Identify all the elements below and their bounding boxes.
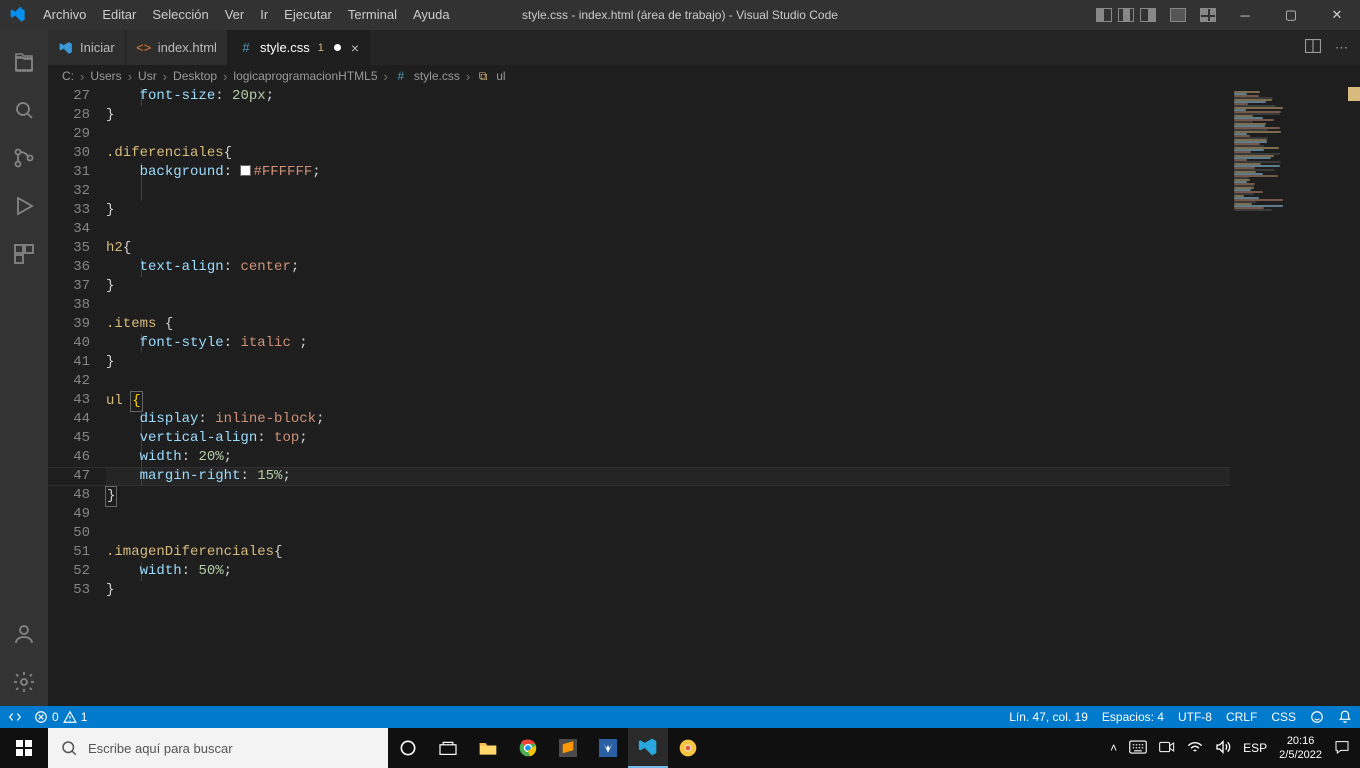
explorer-icon[interactable]	[0, 38, 48, 86]
code-editor[interactable]: 2728293031323334353637383940414243444546…	[48, 87, 1360, 706]
vertical-scrollbar[interactable]	[1348, 87, 1360, 706]
menu-terminal[interactable]: Terminal	[340, 0, 405, 30]
layout-grid-icon[interactable]	[1200, 8, 1216, 22]
tab-iniciar[interactable]: Iniciar	[48, 30, 126, 65]
overview-warning-marker	[1348, 87, 1360, 101]
notifications-icon[interactable]	[1338, 710, 1352, 724]
bc-seg[interactable]: logicaprogramacionHTML5	[233, 69, 377, 83]
panel-right-icon[interactable]	[1140, 8, 1156, 22]
layout-toggles	[1090, 8, 1222, 22]
cortana-icon[interactable]	[388, 728, 428, 768]
volume-icon[interactable]	[1215, 740, 1231, 757]
bc-seg[interactable]: Desktop	[173, 69, 217, 83]
split-editor-icon[interactable]	[1305, 39, 1321, 56]
tab-problem-count: 1	[318, 42, 324, 54]
menu-ir[interactable]: Ir	[252, 0, 276, 30]
bc-seg[interactable]: Usr	[138, 69, 157, 83]
language-indicator[interactable]: CSS	[1271, 710, 1296, 724]
feedback-icon[interactable]	[1310, 710, 1324, 724]
code-area[interactable]: font-size: 20px;}.diferenciales{ backgro…	[106, 87, 1230, 706]
panel-left-icon[interactable]	[1096, 8, 1112, 22]
minimap[interactable]	[1230, 87, 1348, 706]
maximize-button[interactable]: ▢	[1268, 0, 1314, 30]
taskbar-search[interactable]: Escribe aquí para buscar	[48, 728, 388, 768]
clock-date: 2/5/2022	[1279, 748, 1322, 762]
tab-label: Iniciar	[80, 40, 115, 55]
minimize-button[interactable]: ─	[1222, 0, 1268, 30]
cursor-position[interactable]: Lín. 47, col. 19	[1009, 710, 1088, 724]
taskbar-clock[interactable]: 20:16 2/5/2022	[1279, 734, 1322, 762]
css-icon: #	[394, 69, 408, 83]
window-controls: ─ ▢ ✕	[1090, 0, 1360, 30]
keyboard-layout[interactable]: ESP	[1243, 741, 1267, 755]
error-count: 0	[52, 710, 59, 724]
account-icon[interactable]	[0, 610, 48, 658]
activity-bar	[0, 30, 48, 706]
menu-seleccion[interactable]: Selección	[144, 0, 216, 30]
bc-seg[interactable]: ul	[496, 69, 505, 83]
tab-index-html[interactable]: <>️ index.html	[126, 30, 228, 65]
encoding-indicator[interactable]: UTF-8	[1178, 710, 1212, 724]
search-icon[interactable]	[0, 86, 48, 134]
eol-indicator[interactable]: CRLF	[1226, 710, 1257, 724]
warning-count: 1	[81, 710, 88, 724]
system-tray: ˄ ESP 20:16 2/5/2022	[1100, 734, 1360, 762]
extensions-icon[interactable]	[0, 230, 48, 278]
menu-archivo[interactable]: Archivo	[35, 0, 94, 30]
wifi-icon[interactable]	[1187, 740, 1203, 757]
tab-style-css[interactable]: # style.css 1 ×	[228, 30, 370, 65]
vscode-icon	[58, 40, 74, 56]
menu-ver[interactable]: Ver	[217, 0, 253, 30]
gear-icon[interactable]	[0, 658, 48, 706]
line-gutter: 2728293031323334353637383940414243444546…	[48, 87, 106, 706]
indent-indicator[interactable]: Espacios: 4	[1102, 710, 1164, 724]
status-bar: 0 1 Lín. 47, col. 19 Espacios: 4 UTF-8 C…	[0, 706, 1360, 728]
clock-time: 20:16	[1279, 734, 1322, 748]
search-placeholder: Escribe aquí para buscar	[88, 741, 233, 756]
action-center-icon[interactable]	[1334, 739, 1350, 758]
menu-ejecutar[interactable]: Ejecutar	[276, 0, 340, 30]
windows-taskbar: Escribe aquí para buscar ˄ ESP 20:16 2/5…	[0, 728, 1360, 768]
bc-seg[interactable]: C:	[62, 69, 74, 83]
problems-indicator[interactable]: 0 1	[34, 710, 87, 724]
window-title: style.css - index.html (área de trabajo)…	[522, 8, 838, 22]
source-control-icon[interactable]	[0, 134, 48, 182]
more-actions-icon[interactable]: ⋯	[1335, 40, 1348, 56]
close-tab-icon[interactable]: ×	[351, 40, 359, 56]
css-icon: #	[238, 40, 254, 56]
breadcrumb[interactable]: C:› Users› Usr› Desktop› logicaprogramac…	[48, 65, 1230, 87]
title-bar: Archivo Editar Selección Ver Ir Ejecutar…	[0, 0, 1360, 30]
sublime-icon[interactable]	[548, 728, 588, 768]
menu-bar: Archivo Editar Selección Ver Ir Ejecutar…	[35, 0, 458, 30]
tab-label: index.html	[158, 40, 217, 55]
meet-now-icon[interactable]	[1159, 740, 1175, 757]
editor-tabs: Iniciar <>️ index.html # style.css 1 × ⋯	[48, 30, 1360, 65]
tab-label: style.css	[260, 40, 310, 55]
vscode-taskbar-icon[interactable]	[628, 728, 668, 768]
symbol-icon: ⧉	[476, 69, 490, 83]
menu-ayuda[interactable]: Ayuda	[405, 0, 458, 30]
tray-chevron-up-icon[interactable]: ˄	[1110, 741, 1117, 755]
tab-actions: ⋯	[1293, 30, 1360, 65]
start-button[interactable]	[0, 728, 48, 768]
bc-seg[interactable]: Users	[90, 69, 121, 83]
remote-indicator[interactable]	[8, 710, 22, 724]
run-debug-icon[interactable]	[0, 182, 48, 230]
app-icon[interactable]	[588, 728, 628, 768]
vscode-logo-icon	[0, 7, 35, 23]
html-icon: <>️	[136, 40, 152, 56]
chrome-icon[interactable]	[508, 728, 548, 768]
panel-bottom-icon[interactable]	[1118, 8, 1134, 22]
bc-seg[interactable]: style.css	[414, 69, 460, 83]
menu-editar[interactable]: Editar	[94, 0, 144, 30]
file-explorer-icon[interactable]	[468, 728, 508, 768]
chrome-canary-icon[interactable]	[668, 728, 708, 768]
task-view-icon[interactable]	[428, 728, 468, 768]
touch-keyboard-icon[interactable]	[1129, 740, 1147, 757]
modified-dot-icon	[334, 44, 341, 51]
close-button[interactable]: ✕	[1314, 0, 1360, 30]
